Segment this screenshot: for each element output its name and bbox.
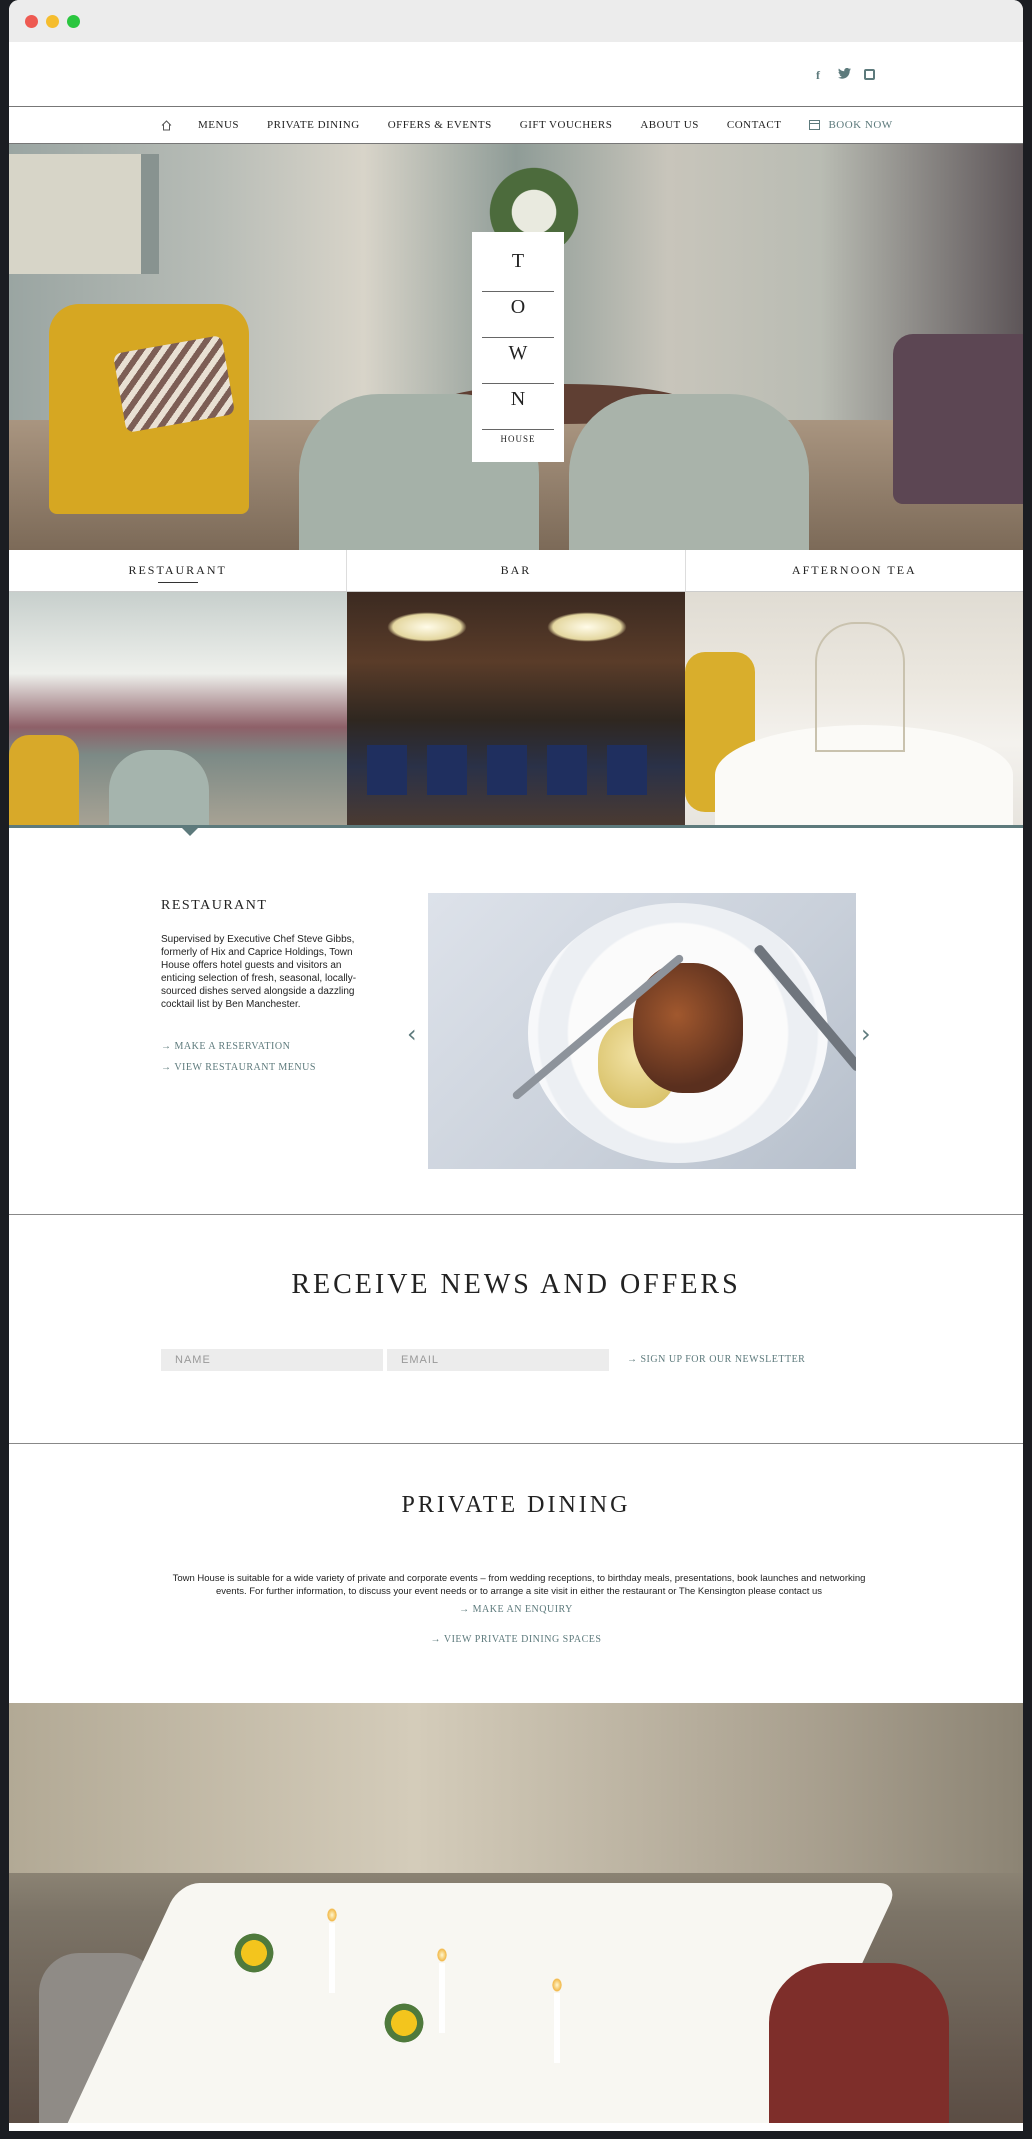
- cake-stand: [815, 622, 905, 752]
- email-input[interactable]: [387, 1349, 609, 1371]
- dining-room-wall: [9, 1703, 1023, 1873]
- make-reservation-link[interactable]: MAKE A RESERVATION: [161, 1041, 290, 1052]
- town-house-logo[interactable]: T O W N HOUSE: [472, 232, 564, 462]
- tab-afternoon-tea[interactable]: AFTERNOON TEA: [686, 550, 1023, 591]
- private-dining-image: [9, 1703, 1023, 2123]
- purple-armchair: [893, 334, 1023, 504]
- private-dining-description: Town House is suitable for a wide variet…: [172, 1573, 866, 1597]
- nav-menus[interactable]: MENUS: [198, 119, 239, 131]
- logo-letter: T: [482, 246, 554, 292]
- hero-image: T O W N HOUSE: [9, 144, 1023, 550]
- bar-stools: [367, 745, 665, 795]
- grey-chair-right: [569, 394, 809, 550]
- bar-thumbnail[interactable]: [347, 592, 685, 825]
- feature-description: Supervised by Executive Chef Steve Gibbs…: [161, 934, 357, 1010]
- table-flowers: [379, 2003, 429, 2043]
- view-restaurant-menus-link[interactable]: VIEW RESTAURANT MENUS: [161, 1062, 316, 1073]
- home-icon[interactable]: [161, 119, 172, 131]
- tab-restaurant[interactable]: RESTAURANT: [9, 550, 348, 591]
- top-bar: f: [9, 42, 1023, 106]
- restaurant-feature: RESTAURANT Supervised by Executive Chef …: [9, 828, 1023, 1215]
- candle-flame: [327, 1908, 337, 1922]
- nav-book-now[interactable]: BOOK NOW: [809, 119, 892, 131]
- name-input[interactable]: [161, 1349, 383, 1371]
- chandelier: [547, 612, 627, 642]
- nav-about-us[interactable]: ABOUT US: [640, 119, 699, 131]
- grey-chair: [109, 750, 209, 825]
- private-dining-title: PRIVATE DINING: [401, 1492, 631, 1518]
- logo-letter: O: [482, 292, 554, 338]
- table-flowers: [229, 1933, 279, 1973]
- twitter-icon[interactable]: [838, 67, 851, 82]
- nav-private-dining[interactable]: PRIVATE DINING: [267, 119, 360, 131]
- instagram-icon[interactable]: [864, 69, 875, 80]
- nav-contact[interactable]: CONTACT: [727, 119, 782, 131]
- nav-offers-events[interactable]: OFFERS & EVENTS: [388, 119, 492, 131]
- social-links: f: [812, 67, 875, 82]
- logo-letter: W: [482, 338, 554, 384]
- feature-title: RESTAURANT: [161, 898, 268, 913]
- candle: [439, 1963, 445, 2033]
- food-image: [428, 893, 856, 1169]
- yellow-sofa: [9, 735, 79, 825]
- bookshelf: [9, 154, 159, 274]
- red-leather-chair: [769, 1963, 949, 2123]
- afternoon-tea-thumbnail[interactable]: [685, 592, 1023, 825]
- view-private-dining-spaces-link[interactable]: VIEW PRIVATE DINING SPACES: [9, 1634, 1023, 1645]
- tab-bar[interactable]: BAR: [347, 550, 686, 591]
- facebook-icon[interactable]: f: [812, 68, 824, 82]
- close-window-button[interactable]: [25, 14, 38, 28]
- maximize-window-button[interactable]: [67, 14, 80, 28]
- newsletter-signup-link[interactable]: SIGN UP FOR OUR NEWSLETTER: [627, 1354, 805, 1365]
- chevron-right-icon[interactable]: ›: [861, 1020, 871, 1048]
- chevron-left-icon[interactable]: ‹: [407, 1020, 417, 1048]
- candle: [329, 1923, 335, 1993]
- newsletter-section: RECEIVE NEWS AND OFFERS SIGN UP FOR OUR …: [9, 1215, 1023, 1444]
- restaurant-thumbnail[interactable]: [9, 592, 347, 825]
- minimize-window-button[interactable]: [46, 14, 59, 28]
- venue-thumbnails: [9, 592, 1023, 836]
- chandelier: [387, 612, 467, 642]
- calendar-icon: [809, 120, 821, 130]
- nav-gift-vouchers[interactable]: GIFT VOUCHERS: [520, 119, 613, 131]
- venue-tabs: RESTAURANT BAR AFTERNOON TEA: [9, 550, 1023, 592]
- candle: [554, 1993, 560, 2063]
- newsletter-title: RECEIVE NEWS AND OFFERS: [291, 1269, 741, 1300]
- main-nav: MENUS PRIVATE DINING OFFERS & EVENTS GIF…: [9, 106, 1023, 144]
- make-enquiry-link[interactable]: MAKE AN ENQUIRY: [9, 1604, 1023, 1615]
- logo-subtitle: HOUSE: [500, 434, 536, 444]
- candle-flame: [552, 1978, 562, 1992]
- book-now-label: BOOK NOW: [828, 119, 893, 131]
- browser-window: f MENUS PRIVATE DINING OFFERS & EVENTS G…: [9, 0, 1023, 2131]
- logo-letter: N: [482, 384, 554, 430]
- candle-flame: [437, 1948, 447, 1962]
- window-chrome: [9, 0, 1023, 42]
- private-dining-section: PRIVATE DINING Town House is suitable fo…: [9, 1444, 1023, 1703]
